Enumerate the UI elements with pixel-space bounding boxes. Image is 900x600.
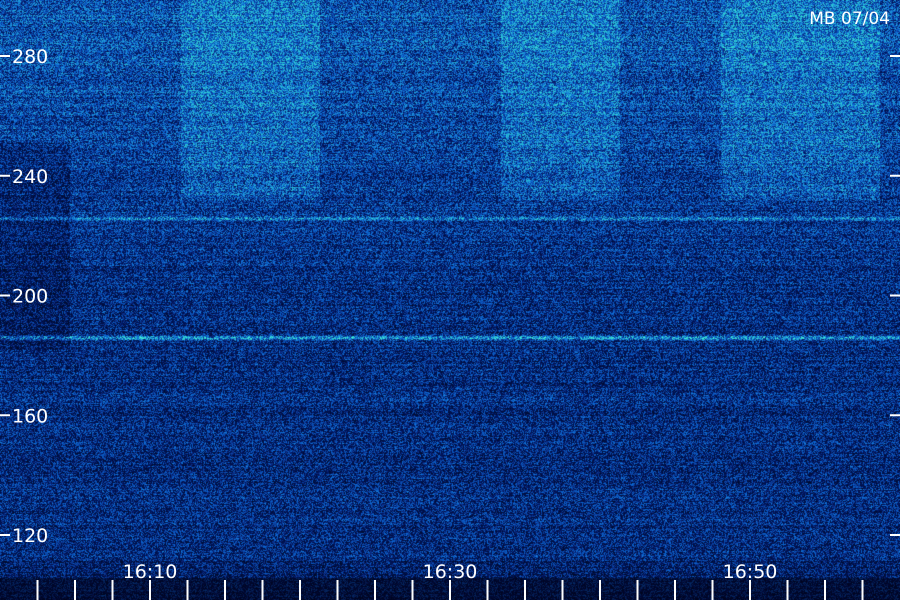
x-tick-label-1630: 16:30 [423, 561, 478, 583]
y-tick-label-280: 280 [12, 46, 48, 68]
x-tick-label-1610: 16:10 [123, 561, 178, 583]
chart-title: MB 07/04 [809, 9, 890, 29]
y-tick-label-120: 120 [12, 525, 48, 547]
x-tick-label-1650: 16:50 [723, 561, 778, 583]
y-axis: 120 160 200 240 280 [0, 46, 900, 547]
x-axis: 16:10 16:30 16:50 [36, 561, 864, 600]
y-tick-label-200: 200 [12, 286, 48, 308]
spectrogram-plot: 120 160 200 240 280 16:10 16:30 16:50 MB 07/04 [0, 0, 900, 600]
axes-overlay: 120 160 200 240 280 16:10 16:30 16:50 MB 07/04 [0, 9, 900, 600]
y-tick-label-160: 160 [12, 405, 48, 427]
y-tick-label-240: 240 [12, 166, 48, 188]
